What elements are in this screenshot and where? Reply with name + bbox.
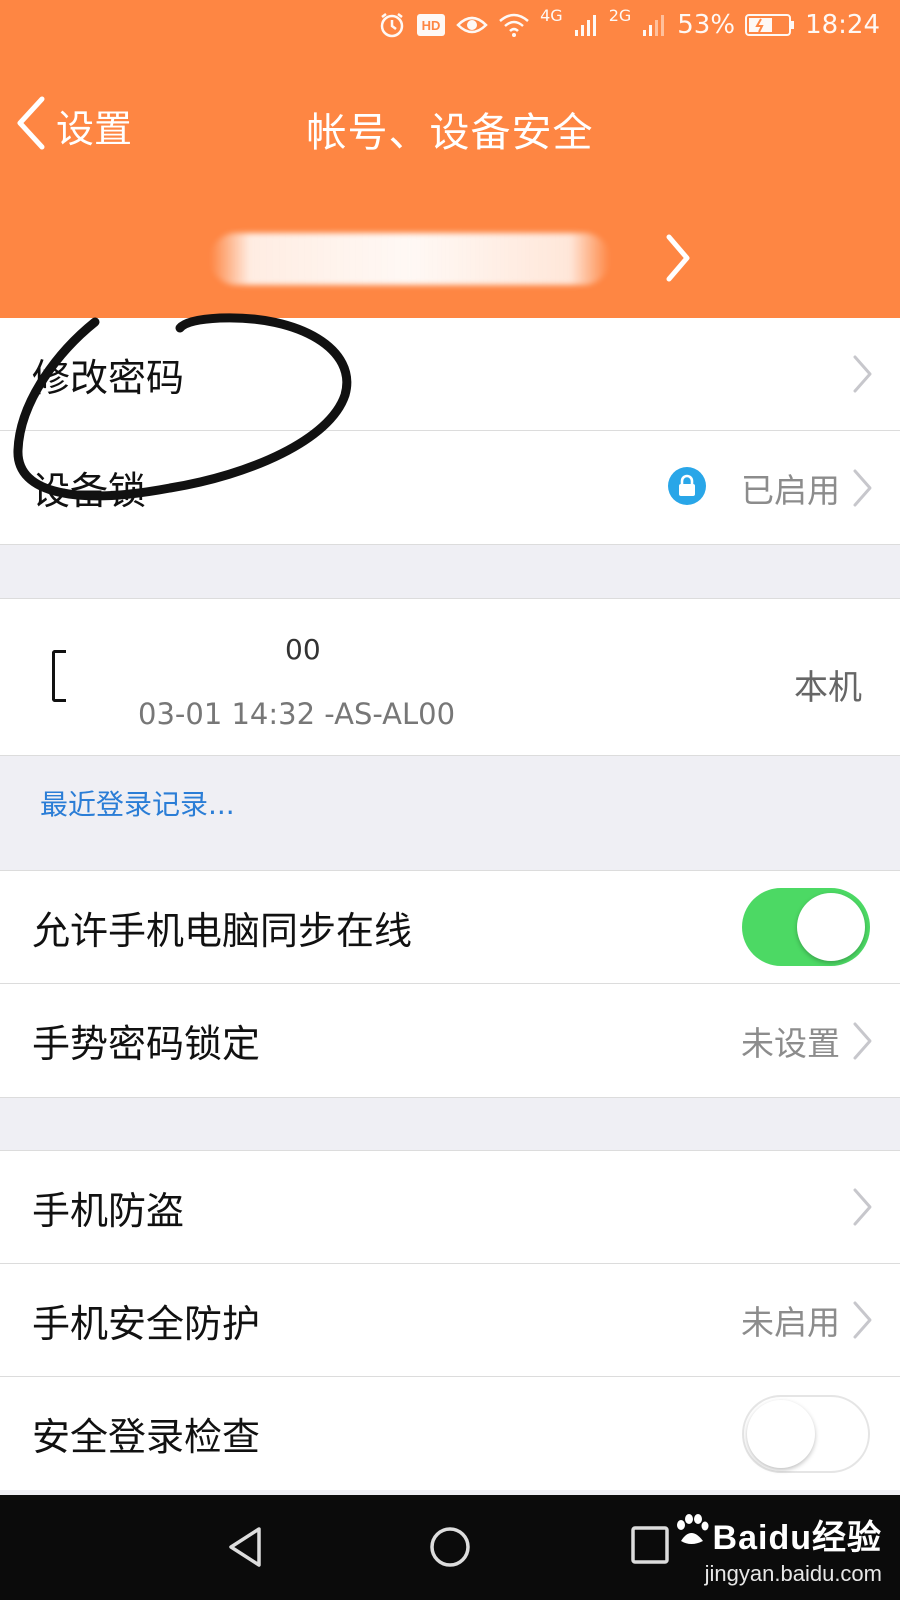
security-protection-label: 手机安全防护	[32, 1301, 261, 1346]
phone-icon	[52, 650, 66, 702]
watermark-brand: Baidu经验	[712, 1519, 882, 1557]
battery-percent: 53%	[677, 10, 736, 40]
anti-theft-row[interactable]: 手机防盗	[0, 1151, 900, 1264]
redacted-account-info	[210, 233, 610, 285]
gesture-lock-label: 手势密码锁定	[32, 1022, 261, 1066]
network-2g-label: 2G	[608, 5, 632, 25]
toggle-knob	[797, 893, 865, 961]
nav-back-button[interactable]	[225, 1525, 265, 1573]
clock-time: 18:24	[805, 10, 880, 40]
chevron-right-icon	[852, 1021, 874, 1061]
recent-logins-link[interactable]: 最近登录记录...	[40, 783, 235, 823]
sync-online-toggle[interactable]	[742, 888, 870, 966]
this-device-tag: 本机	[794, 668, 862, 708]
device-lock-status: 已启用	[741, 470, 840, 510]
anti-theft-label: 手机防盗	[32, 1188, 185, 1233]
svg-text:HD: HD	[422, 18, 441, 33]
security-protection-status: 未启用	[741, 1303, 840, 1342]
system-navigation-bar: Baidu经验 jingyan.baidu.com	[0, 1495, 900, 1600]
sync-online-label: 允许手机电脑同步在线	[32, 908, 413, 953]
device-lock-label: 设备锁	[32, 469, 147, 513]
header-bar: HD 4G 2G 53% 18:24 设置 帐号、设备安全	[0, 0, 900, 318]
chevron-right-icon	[852, 1300, 874, 1340]
device-login-info: 03-01 14:32 -AS-AL00	[138, 697, 456, 731]
hd-icon: HD	[416, 13, 446, 37]
wifi-icon	[498, 12, 530, 38]
baidu-jingyan-watermark: Baidu经验 jingyan.baidu.com	[673, 1510, 882, 1587]
login-check-label: 安全登录检查	[32, 1415, 261, 1459]
change-password-label: 修改密码	[32, 355, 185, 400]
eye-icon	[456, 13, 488, 37]
signal-icon	[641, 12, 667, 38]
sync-settings-group: 允许手机电脑同步在线 手势密码锁定 未设置	[0, 870, 900, 1098]
paw-icon	[673, 1513, 709, 1556]
screen: HD 4G 2G 53% 18:24 设置 帐号、设备安全 修改密码 设备锁 已…	[0, 0, 900, 1600]
chevron-right-icon	[852, 468, 874, 508]
signal-icon	[573, 12, 599, 38]
chevron-right-icon	[852, 354, 874, 394]
battery-icon	[745, 13, 795, 37]
toggle-knob	[747, 1399, 815, 1468]
watermark-url: jingyan.baidu.com	[704, 1561, 882, 1586]
security-protection-row[interactable]: 手机安全防护 未启用	[0, 1264, 900, 1377]
sync-online-row: 允许手机电脑同步在线	[0, 871, 900, 984]
device-name: 00	[285, 633, 321, 666]
status-bar: HD 4G 2G 53% 18:24	[378, 6, 880, 40]
chevron-right-icon	[852, 1187, 874, 1227]
login-check-row: 安全登录检查	[0, 1377, 900, 1490]
page-title: 帐号、设备安全	[306, 110, 594, 156]
alarm-icon	[378, 11, 406, 39]
lock-icon	[667, 466, 707, 510]
nav-recents-button[interactable]	[630, 1525, 670, 1569]
device-lock-row[interactable]: 设备锁 已启用	[0, 431, 900, 544]
nav-home-button[interactable]	[428, 1525, 472, 1573]
network-4g-label: 4G	[540, 5, 563, 25]
account-row[interactable]	[0, 225, 900, 295]
gesture-lock-row[interactable]: 手势密码锁定 未设置	[0, 984, 900, 1097]
login-check-toggle[interactable]	[742, 1394, 870, 1473]
change-password-row[interactable]: 修改密码	[0, 318, 900, 431]
phone-protection-group: 手机防盗 手机安全防护 未启用 安全登录检查	[0, 1150, 900, 1490]
chevron-right-icon	[665, 233, 693, 287]
gesture-lock-status: 未设置	[741, 1023, 840, 1063]
account-security-group: 修改密码 设备锁 已启用	[0, 318, 900, 545]
